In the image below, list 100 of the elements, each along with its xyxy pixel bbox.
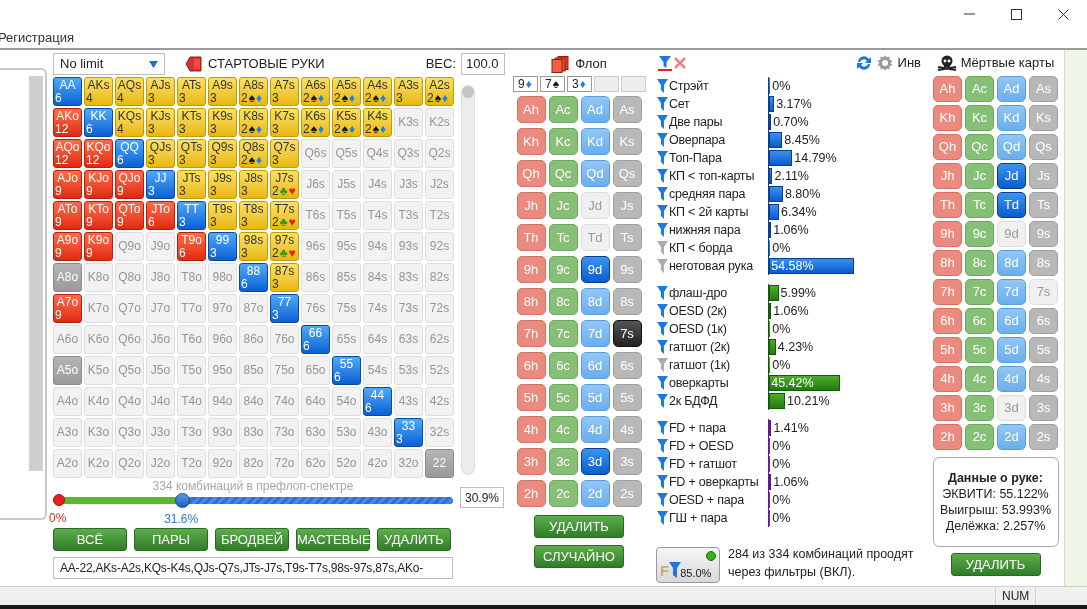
card[interactable]: 9d <box>580 256 610 283</box>
hand-cell[interactable]: 54o <box>332 387 361 416</box>
hand-cell[interactable]: Q2o <box>115 449 144 478</box>
hand-cell[interactable]: A6o <box>53 325 82 354</box>
close-icon[interactable] <box>1058 8 1069 20</box>
hand-cell[interactable]: T7s 2♣♥ <box>270 201 299 230</box>
card[interactable]: Qs <box>612 160 642 187</box>
hand-cell[interactable]: Q3s <box>394 139 423 168</box>
hand-cell[interactable]: 84o <box>239 387 268 416</box>
card[interactable]: 3c <box>548 448 578 475</box>
hand-cell[interactable]: A4o <box>53 387 82 416</box>
card[interactable]: 4d <box>580 416 610 443</box>
hand-cell[interactable]: ATs 3 <box>177 77 206 106</box>
hand-cell[interactable]: J9o <box>146 232 175 261</box>
hand-cell[interactable]: 22 <box>425 449 454 478</box>
hand-cell[interactable]: 42o <box>363 449 392 478</box>
card[interactable]: 3s <box>612 448 642 475</box>
card[interactable]: 2c <box>548 480 578 507</box>
card[interactable]: As <box>1029 76 1058 102</box>
hand-cell[interactable]: A9o 9 <box>53 232 82 261</box>
hand-cell[interactable]: 76s <box>301 294 330 323</box>
card[interactable]: 4c <box>548 416 578 443</box>
hand-cell[interactable]: 72s <box>425 294 454 323</box>
card[interactable]: 9s <box>612 256 642 283</box>
slider-thumb[interactable] <box>175 493 191 508</box>
hand-cell[interactable]: J2s <box>425 170 454 199</box>
card[interactable]: 8h <box>516 288 546 315</box>
filter-icon[interactable] <box>657 151 668 165</box>
hand-cell[interactable]: J6o <box>146 325 175 354</box>
hand-cell[interactable]: T9o 6 <box>177 232 206 261</box>
filter-icon[interactable] <box>657 394 668 408</box>
hand-cell[interactable]: A3s 3 <box>394 77 423 106</box>
card[interactable]: 8s <box>612 288 642 315</box>
filter-icon[interactable] <box>657 115 668 129</box>
filter-icon[interactable] <box>657 439 668 453</box>
hand-cell[interactable]: K7s 3 <box>270 108 299 137</box>
hand-cell[interactable]: 32s <box>425 418 454 447</box>
hand-cell[interactable]: K4o <box>84 387 113 416</box>
card[interactable]: Qh <box>516 160 546 187</box>
hand-cell[interactable]: T6o <box>177 325 206 354</box>
hand-cell[interactable]: 94o <box>208 387 237 416</box>
hand-cell[interactable]: Q7o <box>115 294 144 323</box>
filter-icon[interactable] <box>657 205 668 219</box>
card[interactable]: 7d <box>997 279 1026 305</box>
hand-cell[interactable]: QQ 6 <box>115 139 144 168</box>
hand-cell[interactable]: T3s <box>394 201 423 230</box>
card[interactable]: 8c <box>548 288 578 315</box>
hand-cell[interactable]: 43o <box>363 418 392 447</box>
hand-cell[interactable]: 52s <box>425 356 454 385</box>
hand-cell[interactable]: 93o <box>208 418 237 447</box>
hand-cell[interactable]: K2s <box>425 108 454 137</box>
card[interactable]: Js <box>1029 163 1058 189</box>
hand-cell[interactable]: K6o <box>84 325 113 354</box>
game-dropdown[interactable]: No limit <box>53 53 165 75</box>
hand-cell[interactable]: AJo 9 <box>53 170 82 199</box>
hand-cell[interactable]: 73s <box>394 294 423 323</box>
hand-cell[interactable]: KK 6 <box>84 108 113 137</box>
filter-icon[interactable] <box>657 358 668 372</box>
card[interactable]: 4s <box>1029 366 1058 392</box>
button[interactable]: ПАРЫ <box>134 528 208 551</box>
hand-cell[interactable]: 43s <box>394 387 423 416</box>
button[interactable]: УДАЛИТЬ <box>950 553 1041 576</box>
hand-cell[interactable]: 85o <box>239 356 268 385</box>
filter-icon[interactable] <box>657 340 668 354</box>
hand-cell[interactable]: Q2s <box>425 139 454 168</box>
card[interactable]: 2c <box>965 424 994 450</box>
hand-cell[interactable]: TT 3 <box>177 201 206 230</box>
hand-cell[interactable]: A8o <box>53 263 82 292</box>
hand-cell[interactable]: AQs 4 <box>115 77 144 106</box>
card[interactable]: Kh <box>516 128 546 155</box>
filter-icon[interactable] <box>657 187 668 201</box>
card[interactable]: 5s <box>612 384 642 411</box>
hand-cell[interactable]: 32o <box>394 449 423 478</box>
scrollbar[interactable] <box>29 76 43 471</box>
hand-cell[interactable]: KJs 3 <box>146 108 175 137</box>
card[interactable]: 2d <box>580 480 610 507</box>
range-field[interactable]: AA-22,AKs-A2s,KQs-K4s,QJs-Q7s,JTs-J7s,T9s-T7s,98s-97s,87s,AKo- <box>53 557 453 579</box>
card[interactable]: 3d <box>580 448 610 475</box>
card[interactable]: 3s <box>1029 395 1058 421</box>
hand-cell[interactable]: 82o <box>239 449 268 478</box>
button[interactable]: ВСЁ <box>53 528 127 551</box>
filter-icon[interactable] <box>657 493 668 507</box>
card[interactable]: Jd <box>997 163 1026 189</box>
hand-cell[interactable]: 92o <box>208 449 237 478</box>
hand-cell[interactable]: A7s 3 <box>270 77 299 106</box>
card[interactable]: 5d <box>580 384 610 411</box>
hand-cell[interactable]: 42s <box>425 387 454 416</box>
card[interactable]: Ad <box>997 76 1026 102</box>
card[interactable]: Ts <box>612 224 642 251</box>
hand-cell[interactable]: A7o 9 <box>53 294 82 323</box>
filter-icon[interactable] <box>657 304 668 318</box>
card[interactable]: 6s <box>1029 308 1058 334</box>
hand-cell[interactable]: A8s 2♠♦ <box>239 77 268 106</box>
card[interactable]: 6c <box>548 352 578 379</box>
filter-button[interactable]: F 85.0% <box>656 547 720 583</box>
card[interactable]: Ks <box>1029 105 1058 131</box>
hand-cell[interactable]: J8s 3 <box>239 170 268 199</box>
card[interactable]: Js <box>612 192 642 219</box>
hand-cell[interactable]: J3s <box>394 170 423 199</box>
card[interactable]: 6h <box>933 308 962 334</box>
